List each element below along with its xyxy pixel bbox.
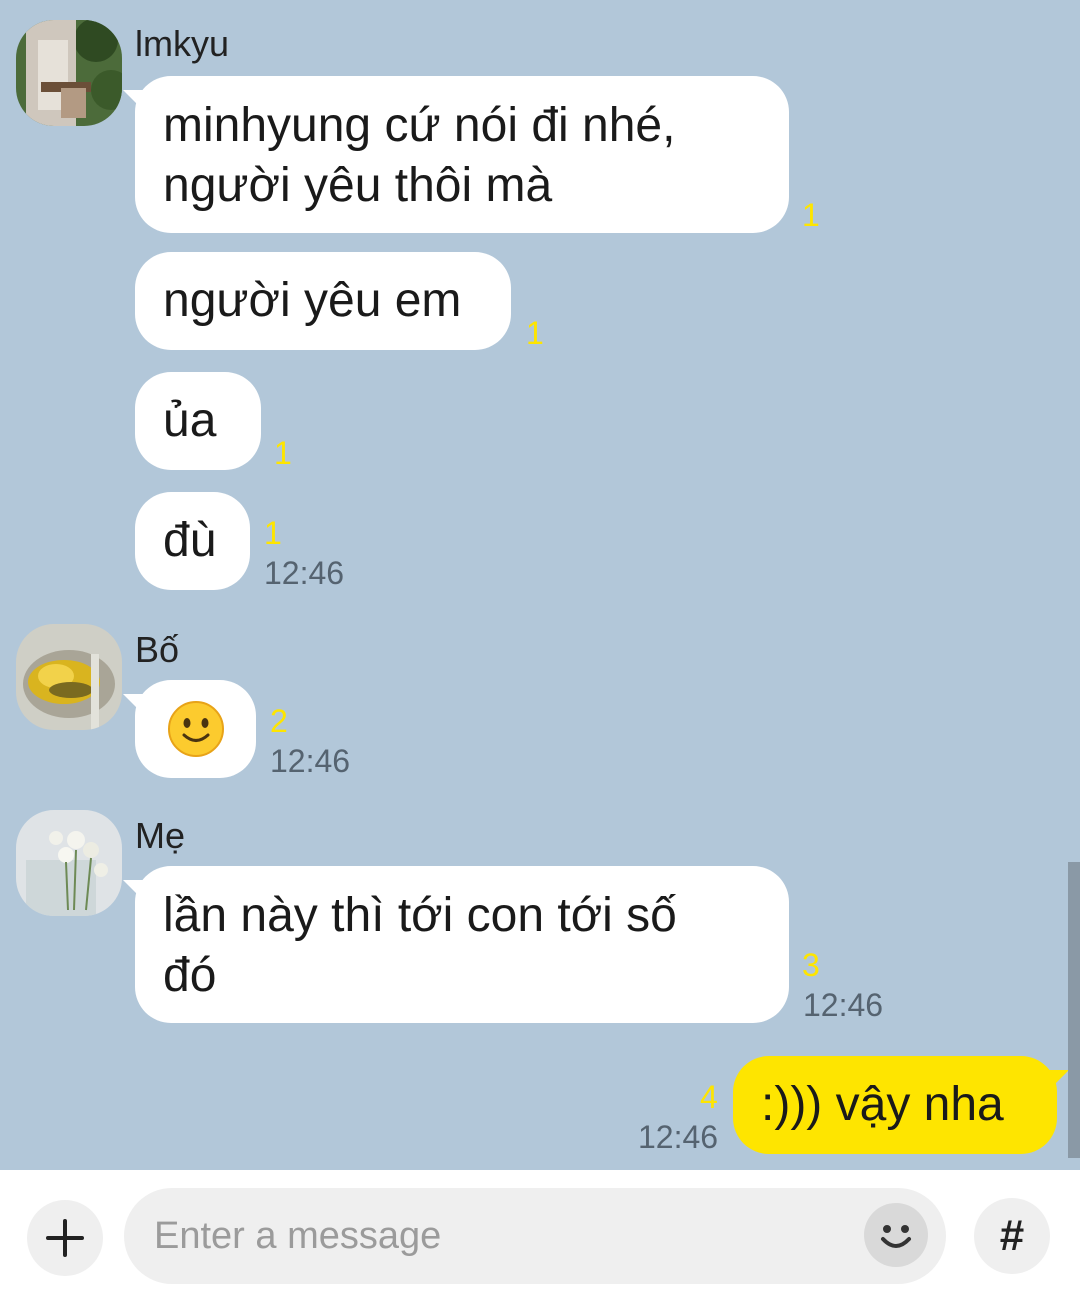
- unread-count: 1: [274, 435, 292, 471]
- message-bubble[interactable]: minhyung cứ nói đi nhé, người yêu thôi m…: [123, 76, 789, 233]
- message-time: 12:46: [270, 743, 351, 779]
- message-bubble[interactable]: người yêu em: [135, 252, 511, 350]
- message-input[interactable]: [124, 1188, 946, 1284]
- unread-count: 1: [264, 515, 282, 551]
- sender-name: Mẹ: [135, 815, 186, 856]
- message-text: người yêu em: [163, 274, 462, 327]
- plus-icon: [46, 1219, 84, 1257]
- add-button[interactable]: [27, 1200, 103, 1276]
- sender-name: lmkyu: [135, 23, 230, 64]
- unread-count: 4: [700, 1079, 718, 1115]
- message-text: ủa: [163, 394, 217, 447]
- smiley-emoji-icon: [167, 701, 224, 757]
- hashtag-button[interactable]: #: [974, 1198, 1050, 1274]
- message-bubble[interactable]: lần này thì tới con tới số đó: [123, 866, 789, 1023]
- smiley-icon: [881, 1225, 911, 1248]
- chat-area[interactable]: lmkyu minhyung cứ nói đi nhé, người yêu …: [0, 0, 1080, 1170]
- message-text: đù: [163, 514, 217, 567]
- message-input-bar: #: [0, 1170, 1080, 1291]
- avatar-bo[interactable]: [16, 624, 122, 730]
- my-message-bubble[interactable]: :))) vậy nha: [733, 1056, 1069, 1154]
- hash-icon: #: [999, 1211, 1025, 1260]
- message-time: 12:46: [803, 987, 884, 1023]
- unread-count: 1: [526, 315, 544, 351]
- unread-count: 2: [270, 703, 288, 739]
- scrollbar[interactable]: [1068, 862, 1080, 1158]
- sender-name: Bố: [135, 629, 180, 670]
- message-text: đó: [163, 949, 217, 1002]
- message-bubble[interactable]: [123, 680, 256, 778]
- message-text: người yêu thôi mà: [163, 159, 553, 212]
- unread-count: 1: [802, 197, 820, 233]
- message-text: minhyung cứ nói đi nhé,: [163, 99, 676, 152]
- avatar-me[interactable]: [16, 810, 122, 916]
- message-time: 12:46: [638, 1119, 719, 1155]
- emoji-button[interactable]: [864, 1203, 928, 1267]
- avatar-lmkyu[interactable]: [16, 20, 122, 126]
- message-text: :))) vậy nha: [761, 1078, 1004, 1131]
- message-text: lần này thì tới con tới số: [163, 889, 677, 942]
- message-time: 12:46: [264, 555, 345, 591]
- message-bubble[interactable]: ủa: [135, 372, 261, 470]
- unread-count: 3: [802, 947, 820, 983]
- message-input-field[interactable]: [152, 1213, 836, 1259]
- message-bubble[interactable]: đù: [135, 492, 250, 590]
